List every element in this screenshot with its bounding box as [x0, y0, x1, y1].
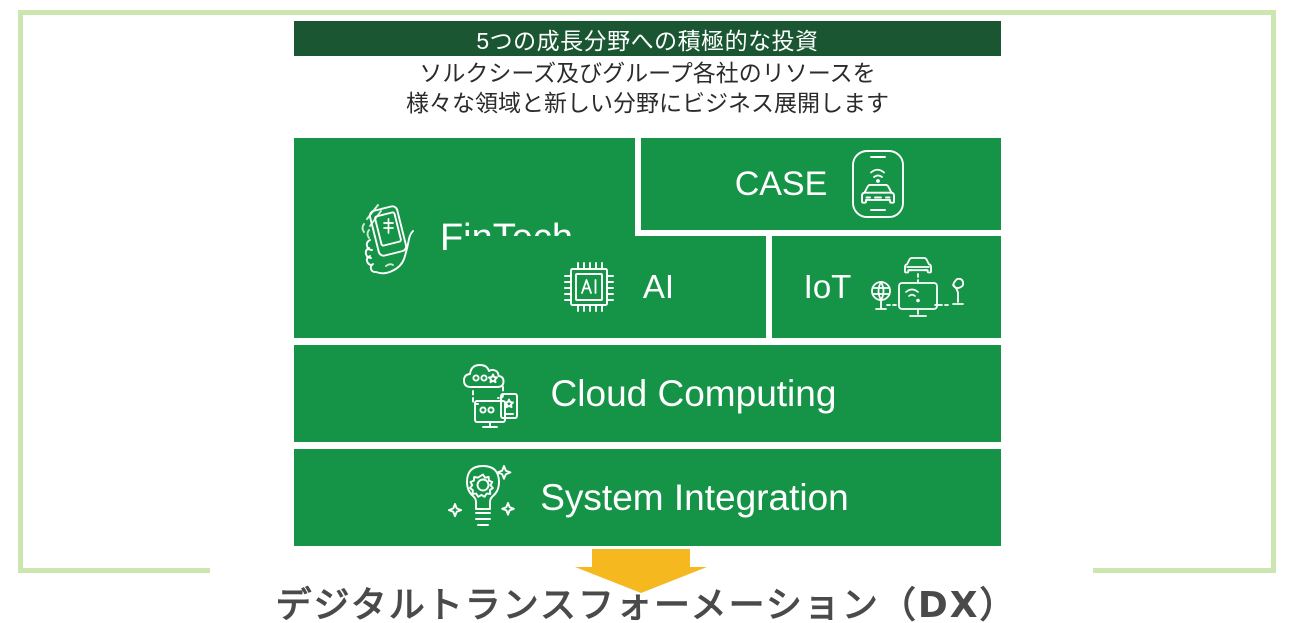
block-ai-label: AI	[642, 268, 675, 305]
block-cloud: Cloud Computing	[294, 345, 1001, 442]
hand-holding-smartphone-money-icon	[356, 200, 422, 276]
block-si-label: System Integration	[540, 476, 849, 518]
frame-border-bottom-right	[1093, 568, 1276, 573]
dx-caption-text: デジタルトランスフォーメーション（DX）	[275, 585, 1018, 623]
block-cloud-label: Cloud Computing	[550, 372, 837, 414]
lightbulb-gear-icon	[446, 460, 520, 536]
cloud-devices-icon	[459, 357, 529, 431]
frame-border-right	[1271, 10, 1276, 573]
header-band: 5つの成長分野への積極的な投資	[294, 21, 1001, 56]
frame-border-top	[18, 10, 1276, 15]
block-iot-label: IoT	[803, 268, 852, 305]
block-iot: IoT	[772, 236, 1001, 338]
smartphone-connected-car-icon	[849, 148, 907, 220]
header-band-title: 5つの成長分野への積極的な投資	[476, 27, 819, 54]
subtitle-line-1: ソルクシーズ及びグループ各社のリソースを	[419, 60, 876, 86]
subtitle: ソルクシーズ及びグループ各社のリソースを 様々な領域と新しい分野にビジネス展開し…	[294, 58, 1001, 118]
block-si: System Integration	[294, 449, 1001, 546]
cpu-chip-ai-icon	[557, 255, 621, 319]
frame-border-left	[18, 10, 23, 573]
block-ai: AI	[465, 236, 766, 338]
subtitle-line-2: 様々な領域と新しい分野にビジネス展開します	[406, 90, 889, 116]
dx-caption: デジタルトランスフォーメーション（DX）	[0, 576, 1293, 623]
block-case-label: CASE	[734, 164, 828, 203]
infographic-canvas: 5つの成長分野への積極的な投資 ソルクシーズ及びグループ各社のリソースを 様々な…	[0, 0, 1293, 623]
iot-connected-devices-icon	[865, 247, 969, 327]
frame-border-bottom-left	[18, 568, 210, 573]
block-case: CASE	[641, 138, 1001, 230]
